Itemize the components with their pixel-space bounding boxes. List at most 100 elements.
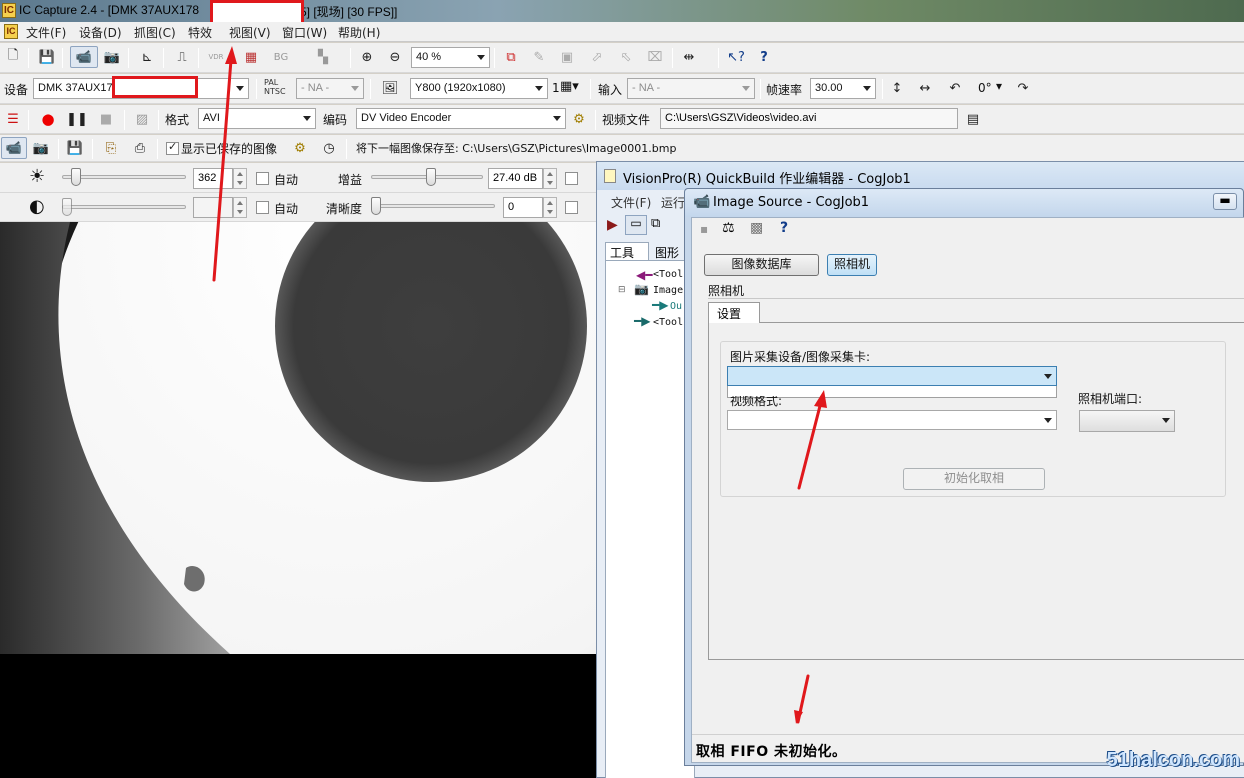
vp-menu-file[interactable]: 文件(F) — [611, 194, 651, 211]
video-file-field[interactable]: C:\Users\GSZ\Videos\video.avi — [660, 108, 958, 129]
initialize-acquisition-button[interactable]: 初始化取相 — [903, 468, 1045, 490]
snapshot-settings-icon[interactable]: ⚙ — [289, 137, 311, 159]
zoom-in-icon[interactable]: ⊕ — [356, 46, 378, 68]
save-image-icon[interactable]: 💾 — [64, 137, 86, 159]
binning-grid-icon[interactable]: ▦▾ — [560, 79, 579, 94]
sharpness-slider-track[interactable] — [371, 204, 495, 208]
save-icon[interactable]: 💾 — [36, 46, 58, 68]
zoom-select[interactable]: 40 % — [411, 47, 490, 68]
contrast-slider-thumb[interactable] — [62, 198, 72, 216]
chevron-down-icon[interactable]: ▾ — [996, 79, 1002, 93]
sharpness-spinner[interactable] — [543, 197, 557, 218]
rotate-left-icon[interactable]: ↶ — [944, 77, 966, 99]
live-video-display[interactable] — [0, 222, 596, 778]
gain-spinner[interactable] — [543, 168, 557, 189]
gain-value-field[interactable]: 27.40 dB — [488, 168, 543, 189]
video-format-icon[interactable]: 🖼 — [379, 77, 401, 99]
network-icon[interactable]: ⇹ — [678, 46, 700, 68]
brightness-slider-thumb[interactable] — [71, 168, 81, 186]
file-format-select[interactable]: AVI — [198, 108, 316, 129]
flip-vertical-icon[interactable]: ↕ — [886, 77, 908, 99]
video-norm-select[interactable]: - NA - — [296, 78, 364, 99]
tree-item-output-image[interactable]: Ou — [670, 301, 682, 312]
frame-icon[interactable]: ▨ — [131, 108, 153, 130]
menu-view[interactable]: 视图(V) — [229, 24, 271, 41]
snapshot-icon[interactable]: 📷 — [101, 46, 123, 68]
live-display-icon[interactable]: 📹 — [1, 137, 27, 159]
binning-value[interactable]: 1 — [552, 81, 560, 95]
minimize-button[interactable]: ▬ — [1213, 193, 1237, 210]
roi-resize-icon[interactable]: ⬁ — [615, 46, 637, 68]
roi-delete-icon[interactable]: ⌧ — [644, 46, 666, 68]
pause-icon[interactable]: ❚❚ — [66, 108, 88, 130]
brightness-auto-checkbox[interactable] — [256, 172, 269, 185]
flip-horizontal-icon[interactable]: ↔ — [914, 77, 936, 99]
record-settings-icon[interactable]: ☰ — [2, 108, 24, 130]
floating-window-icon[interactable]: ⧉ — [651, 216, 660, 231]
vdr-icon[interactable]: VDR — [205, 46, 227, 68]
contrast-auto-checkbox[interactable] — [256, 201, 269, 214]
roi-move-icon[interactable]: ⬀ — [586, 46, 608, 68]
display-icon[interactable]: ▭ — [625, 215, 647, 235]
show-saved-checkbox[interactable] — [166, 140, 179, 155]
grid-icon[interactable]: ▩ — [750, 220, 763, 236]
camera-button[interactable]: 照相机 — [827, 254, 877, 276]
roi-icon[interactable]: ⧉ — [500, 46, 522, 68]
codec-select[interactable]: DV Video Encoder — [356, 108, 566, 129]
contrast-value-field[interactable] — [193, 197, 233, 218]
menu-window[interactable]: 窗口(W) — [282, 24, 327, 41]
edit-roi-icon[interactable]: ✎ — [528, 46, 550, 68]
acquisition-device-select[interactable] — [727, 366, 1057, 386]
gain-auto-checkbox[interactable] — [565, 172, 578, 185]
vp-menu-run[interactable]: 运行 — [661, 194, 685, 211]
tab-tools[interactable]: 工具 — [605, 242, 649, 260]
image-database-button[interactable]: 图像数据库 — [704, 254, 819, 276]
contrast-slider-track[interactable] — [62, 205, 186, 209]
context-help-icon[interactable]: ↖? — [725, 46, 747, 68]
new-icon[interactable]: 🗋 — [2, 46, 24, 68]
video-format-select[interactable] — [727, 410, 1057, 430]
menu-effects[interactable]: 特效 — [188, 24, 212, 41]
camera-port-select[interactable] — [1079, 410, 1175, 432]
brightness-value-field[interactable]: 362 — [193, 168, 233, 189]
roi-center-icon[interactable]: ▣ — [556, 46, 578, 68]
live-video-icon[interactable]: 📹 — [70, 46, 98, 68]
tree-item-image-source[interactable]: Image — [653, 285, 683, 296]
print-icon[interactable]: ⎙ — [129, 137, 151, 159]
collapse-icon[interactable]: ⊟ — [618, 285, 626, 295]
rotation-value[interactable]: 0° — [978, 81, 992, 95]
overlay-icon[interactable]: ▚ — [312, 46, 334, 68]
record-icon[interactable]: ● — [37, 108, 59, 130]
codec-properties-icon[interactable]: ⚙ — [568, 108, 590, 130]
contrast-spinner[interactable] — [233, 197, 247, 218]
rotate-right-icon[interactable]: ↷ — [1012, 77, 1034, 99]
sharpness-auto-checkbox[interactable] — [565, 201, 578, 214]
run-icon[interactable]: ▶ — [607, 217, 618, 233]
browse-file-icon[interactable]: ▤ — [962, 108, 984, 130]
stop-icon[interactable]: ■ — [95, 108, 117, 130]
input-select[interactable]: - NA - — [627, 78, 755, 99]
help-icon[interactable]: ? — [780, 220, 788, 236]
color-icon[interactable]: ▦ — [240, 46, 262, 68]
sharpness-value-field[interactable]: 0 — [503, 197, 543, 218]
pin-icon[interactable]: ▪ — [700, 222, 708, 236]
gain-slider-thumb[interactable] — [426, 168, 436, 186]
fps-select[interactable]: 30.00 — [810, 78, 876, 99]
tab-settings[interactable]: 设置 — [708, 302, 760, 323]
sharpness-slider-thumb[interactable] — [371, 197, 381, 215]
menu-file[interactable]: 文件(F) — [26, 24, 66, 41]
timer-icon[interactable]: ◷ — [318, 137, 340, 159]
tool-settings-icon[interactable]: ⚖ — [722, 220, 735, 236]
video-format-select[interactable]: Y800 (1920x1080) — [410, 78, 548, 99]
brightness-spinner[interactable] — [233, 168, 247, 189]
zoom-out-icon[interactable]: ⊖ — [384, 46, 406, 68]
background-icon[interactable]: BG — [270, 46, 292, 68]
histogram-icon[interactable]: ⊾ — [136, 46, 158, 68]
trigger-icon[interactable]: ⎍ — [171, 46, 193, 68]
menu-help[interactable]: 帮助(H) — [338, 24, 380, 41]
help-icon[interactable]: ? — [753, 46, 775, 68]
menu-device[interactable]: 设备(D) — [79, 24, 122, 41]
copy-image-icon[interactable]: ⎘ — [100, 137, 122, 159]
still-image-icon[interactable]: 📷 — [30, 137, 52, 159]
menu-capture[interactable]: 抓图(C) — [134, 24, 176, 41]
